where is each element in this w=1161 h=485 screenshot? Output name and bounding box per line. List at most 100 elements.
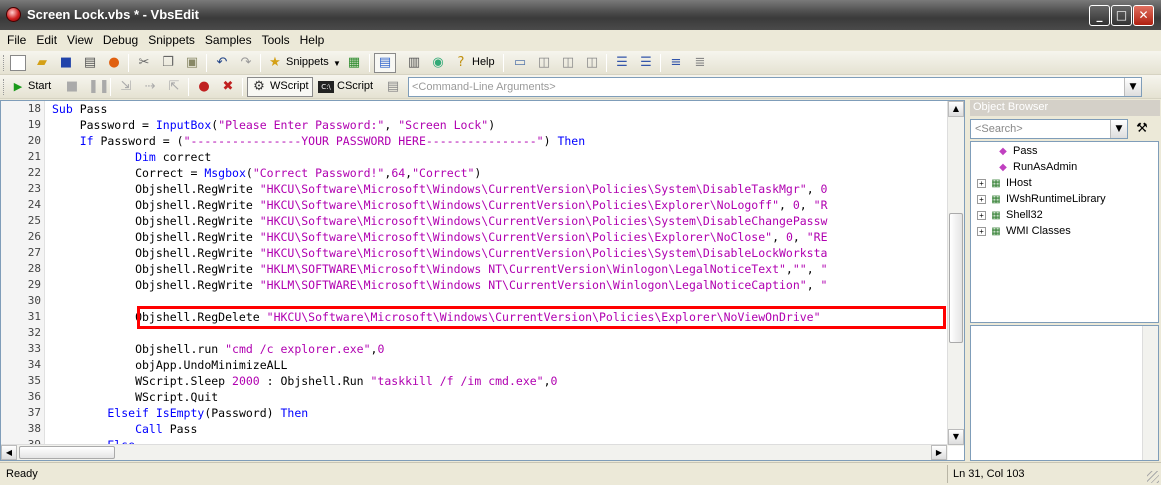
object-browser-icon: ▤ [378,55,392,70]
copy-icon[interactable]: ❐ [160,55,176,71]
step-over-icon[interactable]: ⇢ [142,79,158,95]
toolbar-grip[interactable] [3,55,6,71]
scroll-thumb[interactable] [949,213,963,343]
stop-icon[interactable]: ■ [64,79,80,95]
menu-edit[interactable]: Edit [31,30,62,47]
menu-snippets[interactable]: Snippets [143,30,200,47]
code-line[interactable]: Objshell.run "cmd /c explorer.exe",0 [52,341,384,357]
code-line[interactable]: Correct = Msgbox("Correct Password!",64,… [52,165,481,181]
new-file-icon[interactable] [10,55,26,71]
close-button[interactable]: ✕ [1133,5,1154,26]
insert-snippet-icon[interactable]: ▦ [346,55,362,71]
bubble-icon[interactable]: ◫ [536,55,552,71]
vertical-scrollbar[interactable] [1142,326,1158,460]
snippets-button[interactable]: Snippets [286,56,329,68]
expand-icon[interactable]: + [977,179,986,188]
object-browser-search[interactable]: <Search> ▼ [970,119,1128,139]
tree-item[interactable]: + ▦ IHost [971,176,1157,192]
breakpoint-icon[interactable]: ● [196,79,212,95]
code-token: Objshell.RegWrite [52,182,260,196]
code-token: "Correct" [412,166,475,180]
code-line[interactable]: Call Pass [52,421,197,437]
code-editor[interactable]: 18 19 20 21 22 23 24 25 26 27 28 29 30 31 32 33 34 35 36 37… [0,100,965,461]
bubble-next-icon[interactable]: ◫ [560,55,576,71]
expand-icon[interactable]: + [977,227,986,236]
document-icon[interactable]: ▥ [406,55,422,71]
code-line[interactable]: Objshell.RegWrite "HKCU\Software\Microso… [52,245,827,261]
minimize-button[interactable]: _ [1089,5,1110,26]
uncomment-icon[interactable]: ≣ [692,55,708,71]
vertical-scrollbar[interactable]: ▲ ▼ [947,101,964,446]
chevron-down-icon[interactable]: ▼ [1110,120,1127,138]
code-line[interactable]: Objshell.RegWrite "HKCU\Software\Microso… [52,229,827,245]
code-line[interactable]: Objshell.RegWrite "HKCU\Software\Microso… [52,213,827,229]
menu-help[interactable]: Help [295,30,330,47]
menu-file[interactable]: File [0,30,31,47]
line-number: 30 [27,294,41,307]
clear-breakpoints-icon[interactable]: ✖ [220,79,236,95]
step-out-icon[interactable]: ⇱ [166,79,182,95]
maximize-button[interactable]: □ [1111,5,1132,26]
scroll-thumb[interactable] [19,446,115,459]
code-line[interactable]: WScript.Sleep 2000 : Objshell.Run "taskk… [52,373,557,389]
cscript-button[interactable]: CScript [337,80,373,92]
snippets-dropdown-icon[interactable]: ▼ [333,59,341,68]
arguments-icon[interactable]: ▤ [385,79,401,95]
resize-grip[interactable] [1147,471,1159,483]
undo-icon[interactable]: ↶ [214,55,230,71]
scroll-left-icon[interactable]: ◀ [1,445,17,460]
code-area[interactable]: Sub Pass Password = InputBox("Please Ent… [52,101,948,446]
outdent-icon[interactable]: ☰ [638,55,654,71]
paste-icon[interactable]: ▣ [184,55,200,71]
help-button[interactable]: Help [472,56,495,68]
code-line[interactable]: Objshell.RegWrite "HKLM\SOFTWARE\Microso… [52,277,827,293]
horizontal-scrollbar[interactable]: ◀ ▶ [1,444,948,460]
scroll-up-icon[interactable]: ▲ [948,101,964,117]
expand-icon[interactable]: + [977,195,986,204]
tree-item[interactable]: + ▦ WMI Classes [971,224,1157,240]
code-line[interactable]: Objshell.RegWrite "HKCU\Software\Microso… [52,197,827,213]
menu-tools[interactable]: Tools [257,30,295,47]
code-line[interactable]: Objshell.RegWrite "HKCU\Software\Microso… [52,181,827,197]
app-icon [6,7,21,22]
tree-item[interactable]: + ▦ Shell32 [971,208,1157,224]
comment-icon[interactable]: ▭ [512,55,528,71]
object-browser-tree[interactable]: ◆ Pass ◆ RunAsAdmin + ▦ IHost + ▦ IWshRuntimeLibr… [970,141,1159,323]
toolbar-grip[interactable] [3,79,6,95]
open-folder-icon[interactable]: ▰ [34,55,50,71]
scroll-down-icon[interactable]: ▼ [948,429,964,445]
code-line[interactable]: Objshell.RegWrite "HKLM\SOFTWARE\Microso… [52,261,827,277]
code-line[interactable]: Elseif IsEmpty(Password) Then [52,405,308,421]
code-line[interactable]: objApp.UndoMinimizeALL [52,357,287,373]
tools-icon[interactable]: ⚒ [1133,120,1151,138]
save-icon[interactable]: ■ [58,55,74,71]
code-line[interactable]: Sub Pass [52,101,107,117]
code-line[interactable]: Dim correct [52,149,211,165]
start-button[interactable]: Start [28,80,51,92]
pause-icon[interactable]: ❚❚ [88,79,110,95]
menu-view[interactable]: View [62,30,98,47]
scroll-right-icon[interactable]: ▶ [931,445,947,460]
code-line[interactable]: Password = InputBox("Please Enter Passwo… [52,117,495,133]
compile-icon[interactable]: ● [106,55,122,71]
code-line[interactable]: If Password = ("----------------YOUR PAS… [52,133,585,149]
step-into-icon[interactable]: ⇲ [118,79,134,95]
tree-item[interactable]: ◆ RunAsAdmin [971,160,1157,176]
print-icon[interactable]: ▤ [82,55,98,71]
tree-item[interactable]: ◆ Pass [971,144,1157,160]
bubble-clear-icon[interactable]: ◫ [584,55,600,71]
command-line-arguments-input[interactable]: <Command-Line Arguments> ▼ [408,77,1142,97]
code-line[interactable]: WScript.Quit [52,389,218,405]
redo-icon[interactable]: ↷ [238,55,254,71]
format-icon[interactable]: ≡ [668,55,684,71]
expand-icon[interactable]: + [977,211,986,220]
code-token: : Objshell.Run [259,374,371,388]
menu-samples[interactable]: Samples [200,30,257,47]
globe-icon[interactable]: ◉ [430,55,446,71]
tree-item[interactable]: + ▦ IWshRuntimeLibrary [971,192,1157,208]
indent-icon[interactable]: ☰ [614,55,630,71]
chevron-down-icon[interactable]: ▼ [1124,78,1141,96]
code-token: Then [280,406,309,420]
cut-icon[interactable]: ✂ [136,55,152,71]
menu-debug[interactable]: Debug [98,30,143,47]
